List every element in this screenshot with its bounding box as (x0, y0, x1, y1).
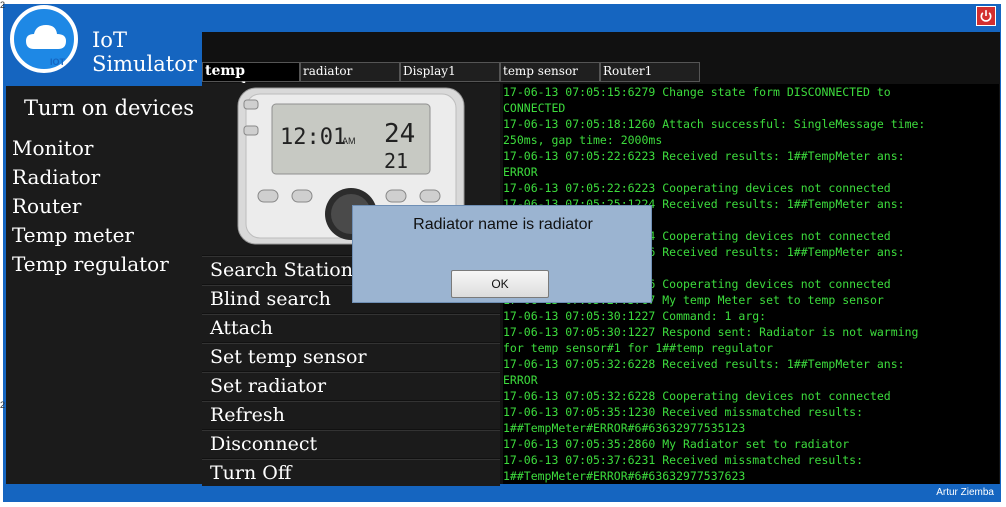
log-line: 17-06-13 07:05:37:6231 Received missmatc… (503, 453, 864, 467)
app-title-line1: IoT (92, 28, 127, 52)
device-clock: 12:01 (280, 125, 346, 150)
log-line: 17-06-13 07:05:15:6279 Change state form… (503, 85, 891, 99)
app-window: IOT IoT Simulator Turn on devices Monito… (0, 0, 1006, 507)
log-line: 1##TempMeter#ERROR#6#63632977535123 (503, 421, 746, 435)
log-line: 17-06-13 07:05:22:6223 Cooperating devic… (503, 181, 891, 195)
tab-display1[interactable]: Display1 (400, 62, 500, 82)
device-temp-top: 24 (384, 119, 415, 149)
edge-tick: 2 (0, 0, 6, 10)
attach-button[interactable]: Attach (202, 314, 500, 342)
set-temp-sensor-button[interactable]: Set temp sensor (202, 343, 500, 371)
tab-radiator[interactable]: radiator (300, 62, 400, 82)
cloud-icon (26, 25, 66, 49)
sidebar-heading[interactable]: Turn on devices (24, 96, 194, 120)
logo-text: IOT (50, 57, 65, 67)
dialog-message: Radiator name is radiator (413, 216, 593, 233)
tab-router1[interactable]: Router1 (600, 62, 700, 82)
log-line: CONNECTED (503, 101, 566, 115)
app-logo: IOT (10, 5, 78, 73)
ok-button[interactable]: OK (451, 270, 549, 298)
edge-tick: 2 (0, 400, 6, 410)
app-title: IoT Simulator (92, 28, 197, 76)
log-line: 17-06-13 07:05:18:1260 Attach successful… (503, 117, 926, 131)
log-line: 1##TempMeter#ERROR#6#63632977537623 (503, 469, 746, 483)
device-ampm: AM (342, 136, 356, 146)
sidebar-item-temp-meter[interactable]: Temp meter (12, 223, 134, 247)
set-radiator-button[interactable]: Set radiator (202, 372, 500, 400)
tab-strip-bg (202, 32, 1000, 60)
footer-bar (3, 486, 1001, 502)
sidebar-item-monitor[interactable]: Monitor (12, 136, 93, 160)
refresh-button[interactable]: Refresh (202, 401, 500, 429)
tab-temp-regulator[interactable]: temp regula (202, 62, 300, 96)
log-line: 17-06-13 07:05:32:6228 Cooperating devic… (503, 389, 891, 403)
turn-off-button[interactable]: Turn Off (202, 459, 500, 487)
sidebar-item-temp-regulator[interactable]: Temp regulator (12, 252, 169, 276)
log-line: 17-06-13 07:05:35:1230 Received missmatc… (503, 405, 864, 419)
log-line: 17-06-13 07:05:32:6228 Received results:… (503, 357, 905, 371)
app-title-line2: Simulator (92, 52, 197, 76)
sidebar-item-router[interactable]: Router (12, 194, 81, 218)
log-line: 250ms, gap time: 2000ms (503, 133, 663, 147)
log-line: 17-06-13 07:05:22:6223 Received results:… (503, 149, 905, 163)
tab-temp-sensor[interactable]: temp sensor (500, 62, 600, 82)
disconnect-button[interactable]: Disconnect (202, 430, 500, 458)
power-icon (980, 10, 992, 22)
log-line: ERROR (503, 165, 538, 179)
log-line: 17-06-13 07:05:30:1227 Command: 1 arg: (503, 309, 767, 323)
footer-author: Artur Ziemba (936, 487, 994, 498)
log-line: for temp sensor#1 for 1##temp regulator (503, 341, 774, 355)
power-button[interactable] (976, 6, 996, 26)
log-line: 17-06-13 07:05:30:1227 Respond sent: Rad… (503, 325, 919, 339)
device-temp-bottom: 21 (384, 149, 408, 173)
log-line: ERROR (503, 373, 538, 387)
log-line: 17-06-13 07:05:35:2860 My Radiator set t… (503, 437, 850, 451)
sidebar-item-radiator[interactable]: Radiator (12, 165, 100, 189)
message-dialog: Radiator name is radiator OK (352, 205, 652, 303)
